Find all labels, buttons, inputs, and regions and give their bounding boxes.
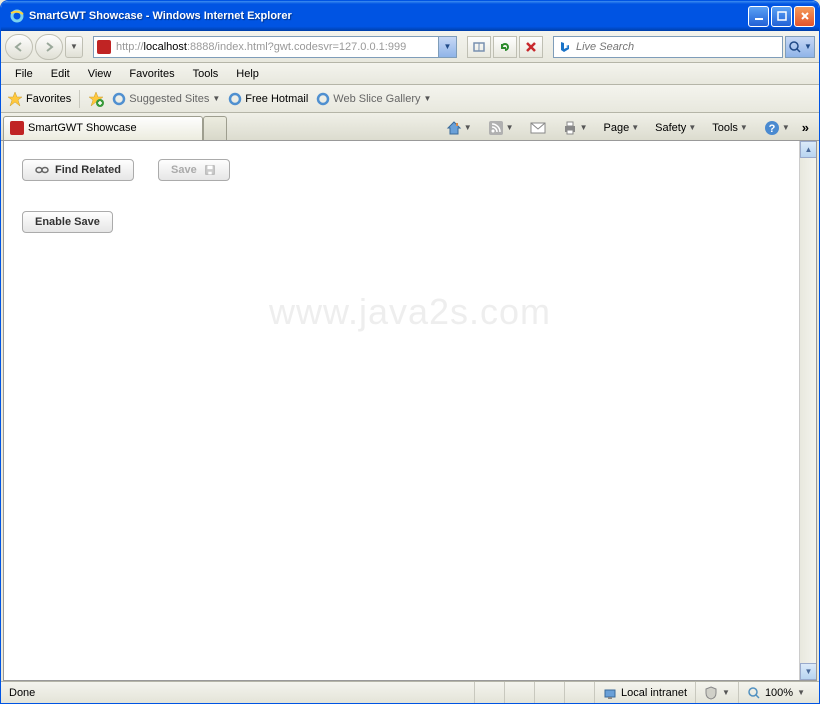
stop-button[interactable] bbox=[519, 36, 543, 58]
star-icon bbox=[7, 91, 23, 107]
menu-bar: File Edit View Favorites Tools Help bbox=[1, 63, 819, 85]
tab-favicon bbox=[10, 121, 24, 135]
star-add-icon bbox=[88, 91, 104, 107]
overflow-chevron-icon[interactable]: » bbox=[802, 120, 809, 135]
menu-file[interactable]: File bbox=[7, 66, 41, 82]
site-icon bbox=[97, 40, 111, 54]
search-input[interactable] bbox=[576, 41, 778, 53]
enable-save-button[interactable]: Enable Save bbox=[22, 211, 113, 233]
print-button[interactable]: ▼ bbox=[558, 118, 592, 138]
menu-edit[interactable]: Edit bbox=[43, 66, 78, 82]
vertical-scrollbar[interactable]: ▲ ▼ bbox=[799, 141, 816, 680]
refresh-button[interactable] bbox=[493, 36, 517, 58]
help-icon: ? bbox=[764, 120, 780, 136]
scroll-up-button[interactable]: ▲ bbox=[800, 141, 817, 158]
add-favorite-button[interactable] bbox=[88, 91, 104, 107]
menu-tools[interactable]: Tools bbox=[185, 66, 227, 82]
new-tab-button[interactable] bbox=[203, 116, 227, 140]
back-button[interactable] bbox=[5, 34, 33, 60]
suggested-sites-link[interactable]: Suggested Sites ▼ bbox=[112, 92, 220, 106]
free-hotmail-link[interactable]: Free Hotmail bbox=[228, 92, 308, 106]
title-bar: SmartGWT Showcase - Windows Internet Exp… bbox=[1, 1, 819, 31]
ie-page-icon bbox=[112, 92, 126, 106]
ie-page-icon bbox=[316, 92, 330, 106]
feeds-button[interactable]: ▼ bbox=[484, 118, 518, 138]
zoom-icon bbox=[747, 686, 761, 700]
svg-text:?: ? bbox=[768, 123, 775, 135]
recent-dropdown[interactable]: ▼ bbox=[65, 36, 83, 58]
window-title: SmartGWT Showcase - Windows Internet Exp… bbox=[29, 10, 748, 22]
forward-button[interactable] bbox=[35, 34, 63, 60]
home-icon bbox=[446, 120, 462, 136]
favorites-button[interactable]: Favorites bbox=[7, 91, 71, 107]
scroll-down-button[interactable]: ▼ bbox=[800, 663, 817, 680]
tab-title: SmartGWT Showcase bbox=[28, 122, 137, 134]
printer-icon bbox=[562, 120, 578, 136]
protected-mode[interactable]: ▼ bbox=[695, 682, 738, 703]
status-text: Done bbox=[7, 682, 474, 703]
intranet-icon bbox=[603, 686, 617, 700]
compat-view-button[interactable] bbox=[467, 36, 491, 58]
menu-view[interactable]: View bbox=[80, 66, 120, 82]
disk-icon bbox=[203, 164, 217, 176]
bing-icon bbox=[558, 40, 572, 54]
address-bar[interactable]: http://localhost:8888/index.html?gwt.cod… bbox=[93, 36, 439, 58]
zoom-control[interactable]: 100% ▼ bbox=[738, 682, 813, 703]
link-icon bbox=[35, 164, 49, 176]
menu-help[interactable]: Help bbox=[228, 66, 267, 82]
nav-bar: ▼ http://localhost:8888/index.html?gwt.c… bbox=[1, 31, 819, 63]
favorites-bar: Favorites Suggested Sites ▼ Free Hotmail… bbox=[1, 85, 819, 113]
help-button[interactable]: ?▼ bbox=[760, 118, 794, 138]
search-button[interactable]: ▼ bbox=[785, 36, 815, 58]
close-button[interactable] bbox=[794, 6, 815, 27]
web-slice-link[interactable]: Web Slice Gallery ▼ bbox=[316, 92, 431, 106]
watermark: www.java2s.com bbox=[4, 291, 816, 333]
safety-menu[interactable]: Safety▼ bbox=[651, 120, 700, 136]
address-text: http://localhost:8888/index.html?gwt.cod… bbox=[116, 41, 406, 53]
read-mail-button[interactable] bbox=[526, 119, 550, 137]
home-button[interactable]: ▼ bbox=[442, 118, 476, 138]
find-related-button[interactable]: Find Related bbox=[22, 159, 134, 181]
maximize-button[interactable] bbox=[771, 6, 792, 27]
status-bar: Done Local intranet ▼ 100% ▼ bbox=[1, 681, 819, 703]
search-box[interactable] bbox=[553, 36, 783, 58]
page-menu[interactable]: Page▼ bbox=[600, 120, 644, 136]
address-dropdown[interactable]: ▼ bbox=[439, 36, 457, 58]
ie-page-icon bbox=[228, 92, 242, 106]
rss-icon bbox=[488, 120, 504, 136]
minimize-button[interactable] bbox=[748, 6, 769, 27]
tab-bar: SmartGWT Showcase ▼ ▼ ▼ Page▼ Safety▼ To… bbox=[1, 113, 819, 141]
tools-menu[interactable]: Tools▼ bbox=[708, 120, 752, 136]
page-content: Find Related Save Enable Save www.java2s… bbox=[3, 141, 817, 681]
shield-icon bbox=[704, 686, 718, 700]
menu-favorites[interactable]: Favorites bbox=[121, 66, 182, 82]
security-zone[interactable]: Local intranet bbox=[594, 682, 695, 703]
mail-icon bbox=[530, 121, 546, 135]
tab-active[interactable]: SmartGWT Showcase bbox=[3, 116, 203, 140]
ie-icon bbox=[9, 8, 25, 24]
save-button: Save bbox=[158, 159, 230, 181]
